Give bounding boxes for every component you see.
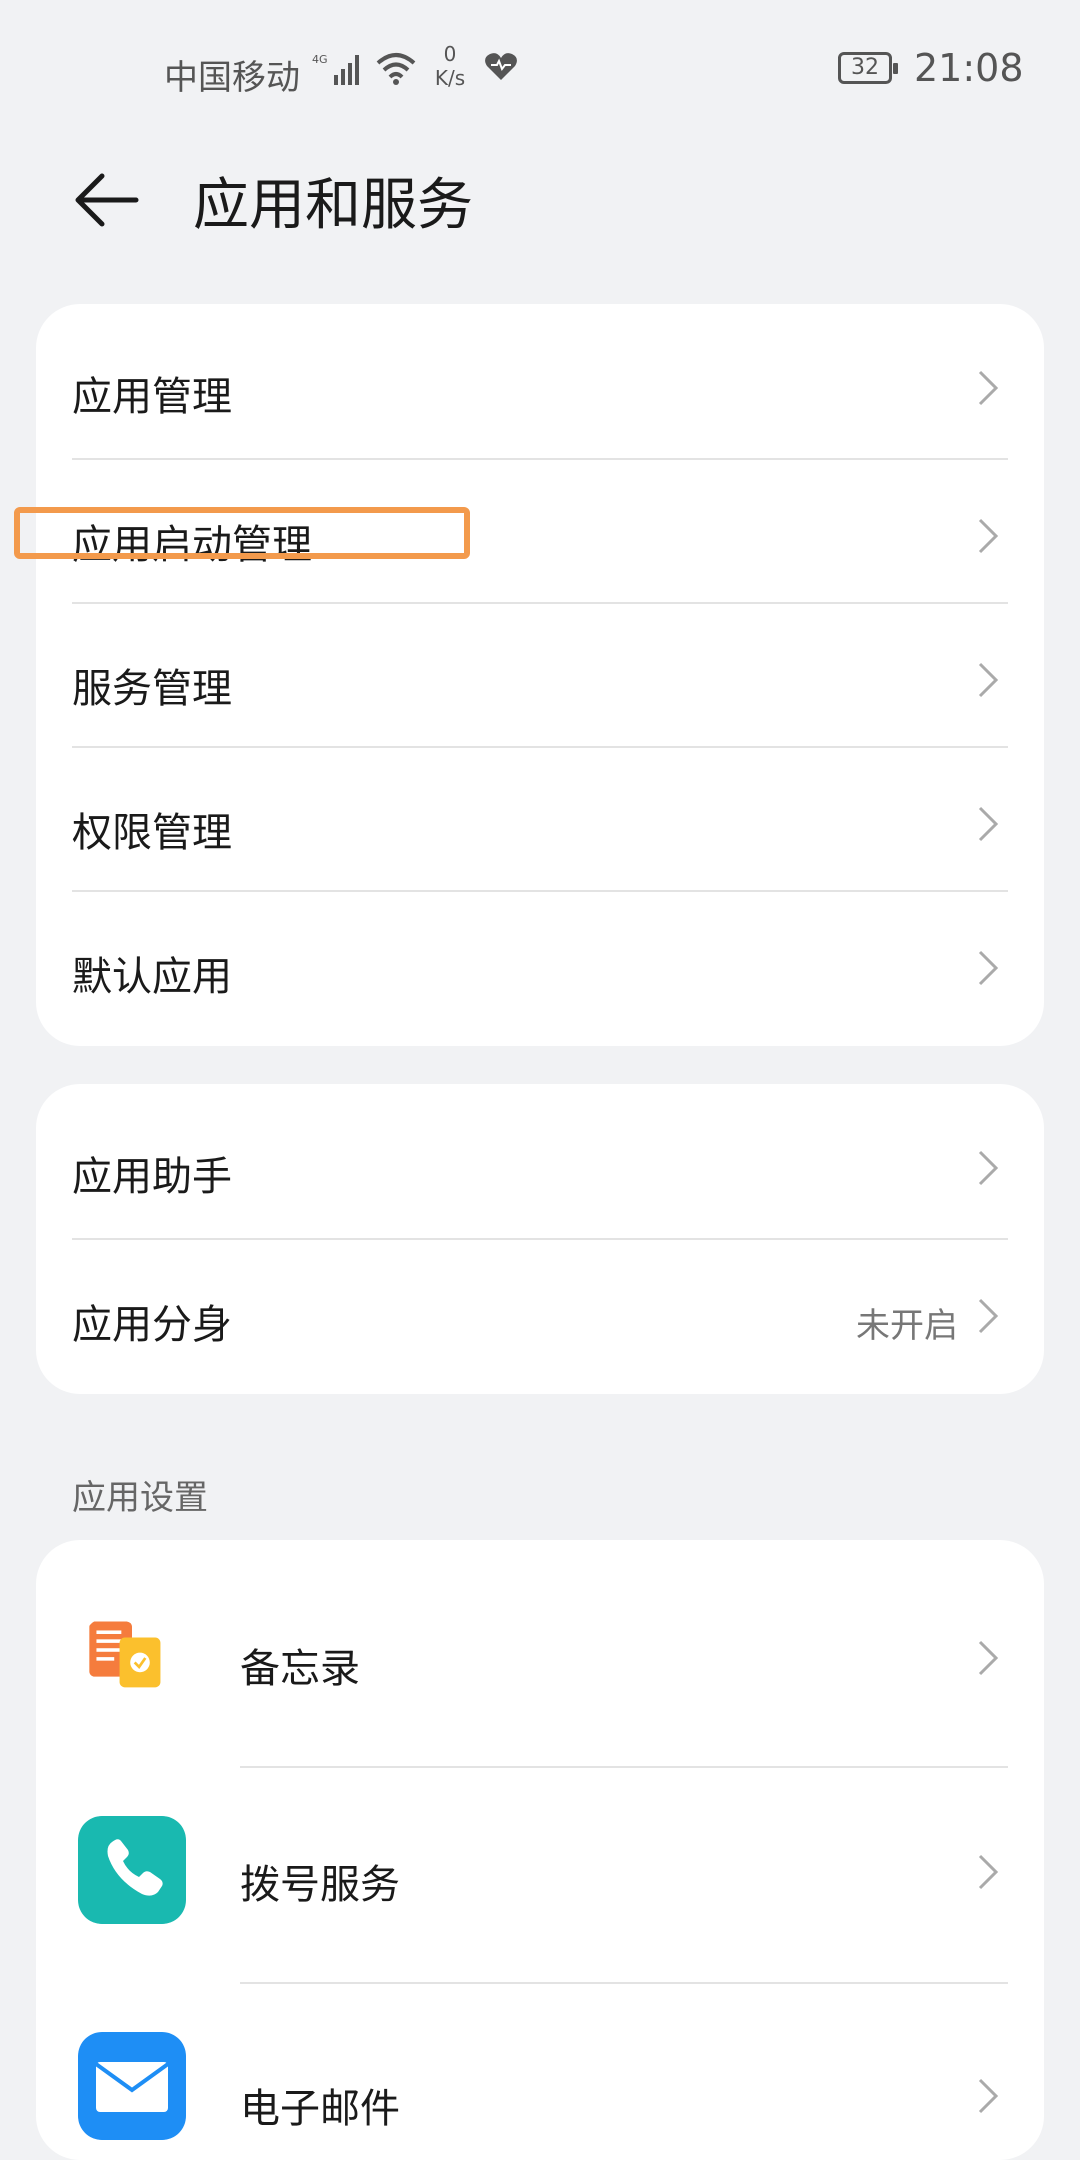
signal-icons: 4G	[312, 48, 418, 90]
row-email[interactable]: 电子邮件	[36, 1984, 1044, 2160]
row-dialer-service[interactable]: 拨号服务	[36, 1768, 1044, 1982]
back-arrow-icon[interactable]	[72, 164, 144, 236]
row-service-management[interactable]: 服务管理	[36, 604, 1044, 746]
chevron-right-icon	[978, 518, 999, 554]
health-icon	[485, 53, 517, 80]
row-permission-management[interactable]: 权限管理	[36, 748, 1044, 890]
row-label: 应用分身	[72, 1302, 232, 1348]
row-label: 备忘录	[240, 1646, 360, 1692]
wifi-icon	[376, 53, 416, 85]
chevron-right-icon	[978, 2078, 999, 2114]
svg-text:4G: 4G	[312, 53, 328, 66]
app-settings-card: 备忘录 拨号服务 电子邮件	[36, 1540, 1044, 2160]
phone-icon	[78, 1816, 186, 1924]
row-memo[interactable]: 备忘录	[36, 1540, 1044, 1766]
chevron-right-icon	[978, 1640, 999, 1676]
status-bar: 中国移动 4G 0 K/s 32 21:08	[0, 0, 1080, 140]
chevron-right-icon	[978, 806, 999, 842]
email-icon	[78, 2032, 186, 2140]
battery-icon: 32	[838, 52, 898, 84]
chevron-right-icon	[978, 1298, 999, 1334]
chevron-right-icon	[978, 662, 999, 698]
section-title: 应用设置	[72, 1478, 208, 1518]
row-label: 权限管理	[72, 810, 232, 856]
row-app-twin[interactable]: 应用分身 未开启	[36, 1240, 1044, 1394]
chevron-right-icon	[978, 1854, 999, 1890]
row-label: 应用管理	[72, 374, 232, 420]
memo-icon	[89, 1621, 161, 1688]
page-title: 应用和服务	[193, 173, 473, 238]
row-app-management[interactable]: 应用管理	[36, 304, 1044, 458]
row-label: 默认应用	[72, 954, 232, 1000]
row-label: 拨号服务	[240, 1862, 400, 1908]
highlight-box	[14, 507, 470, 559]
app-management-card: 应用管理 应用启动管理 服务管理 权限管理 默认应用	[36, 304, 1044, 1046]
row-label: 电子邮件	[240, 2086, 400, 2132]
row-label: 服务管理	[72, 666, 232, 712]
app-tools-card: 应用助手 应用分身 未开启	[36, 1084, 1044, 1394]
row-label: 应用助手	[72, 1154, 232, 1200]
chevron-right-icon	[978, 1150, 999, 1186]
row-app-assistant[interactable]: 应用助手	[36, 1084, 1044, 1238]
clock: 21:08	[914, 46, 1024, 90]
signal-icon: 4G	[312, 53, 359, 85]
carrier-label: 中国移动	[164, 58, 300, 98]
chevron-right-icon	[978, 370, 999, 406]
status-value: 未开启	[856, 1306, 958, 1346]
chevron-right-icon	[978, 950, 999, 986]
row-default-apps[interactable]: 默认应用	[36, 892, 1044, 1046]
network-speed: 0 K/s	[434, 42, 466, 90]
